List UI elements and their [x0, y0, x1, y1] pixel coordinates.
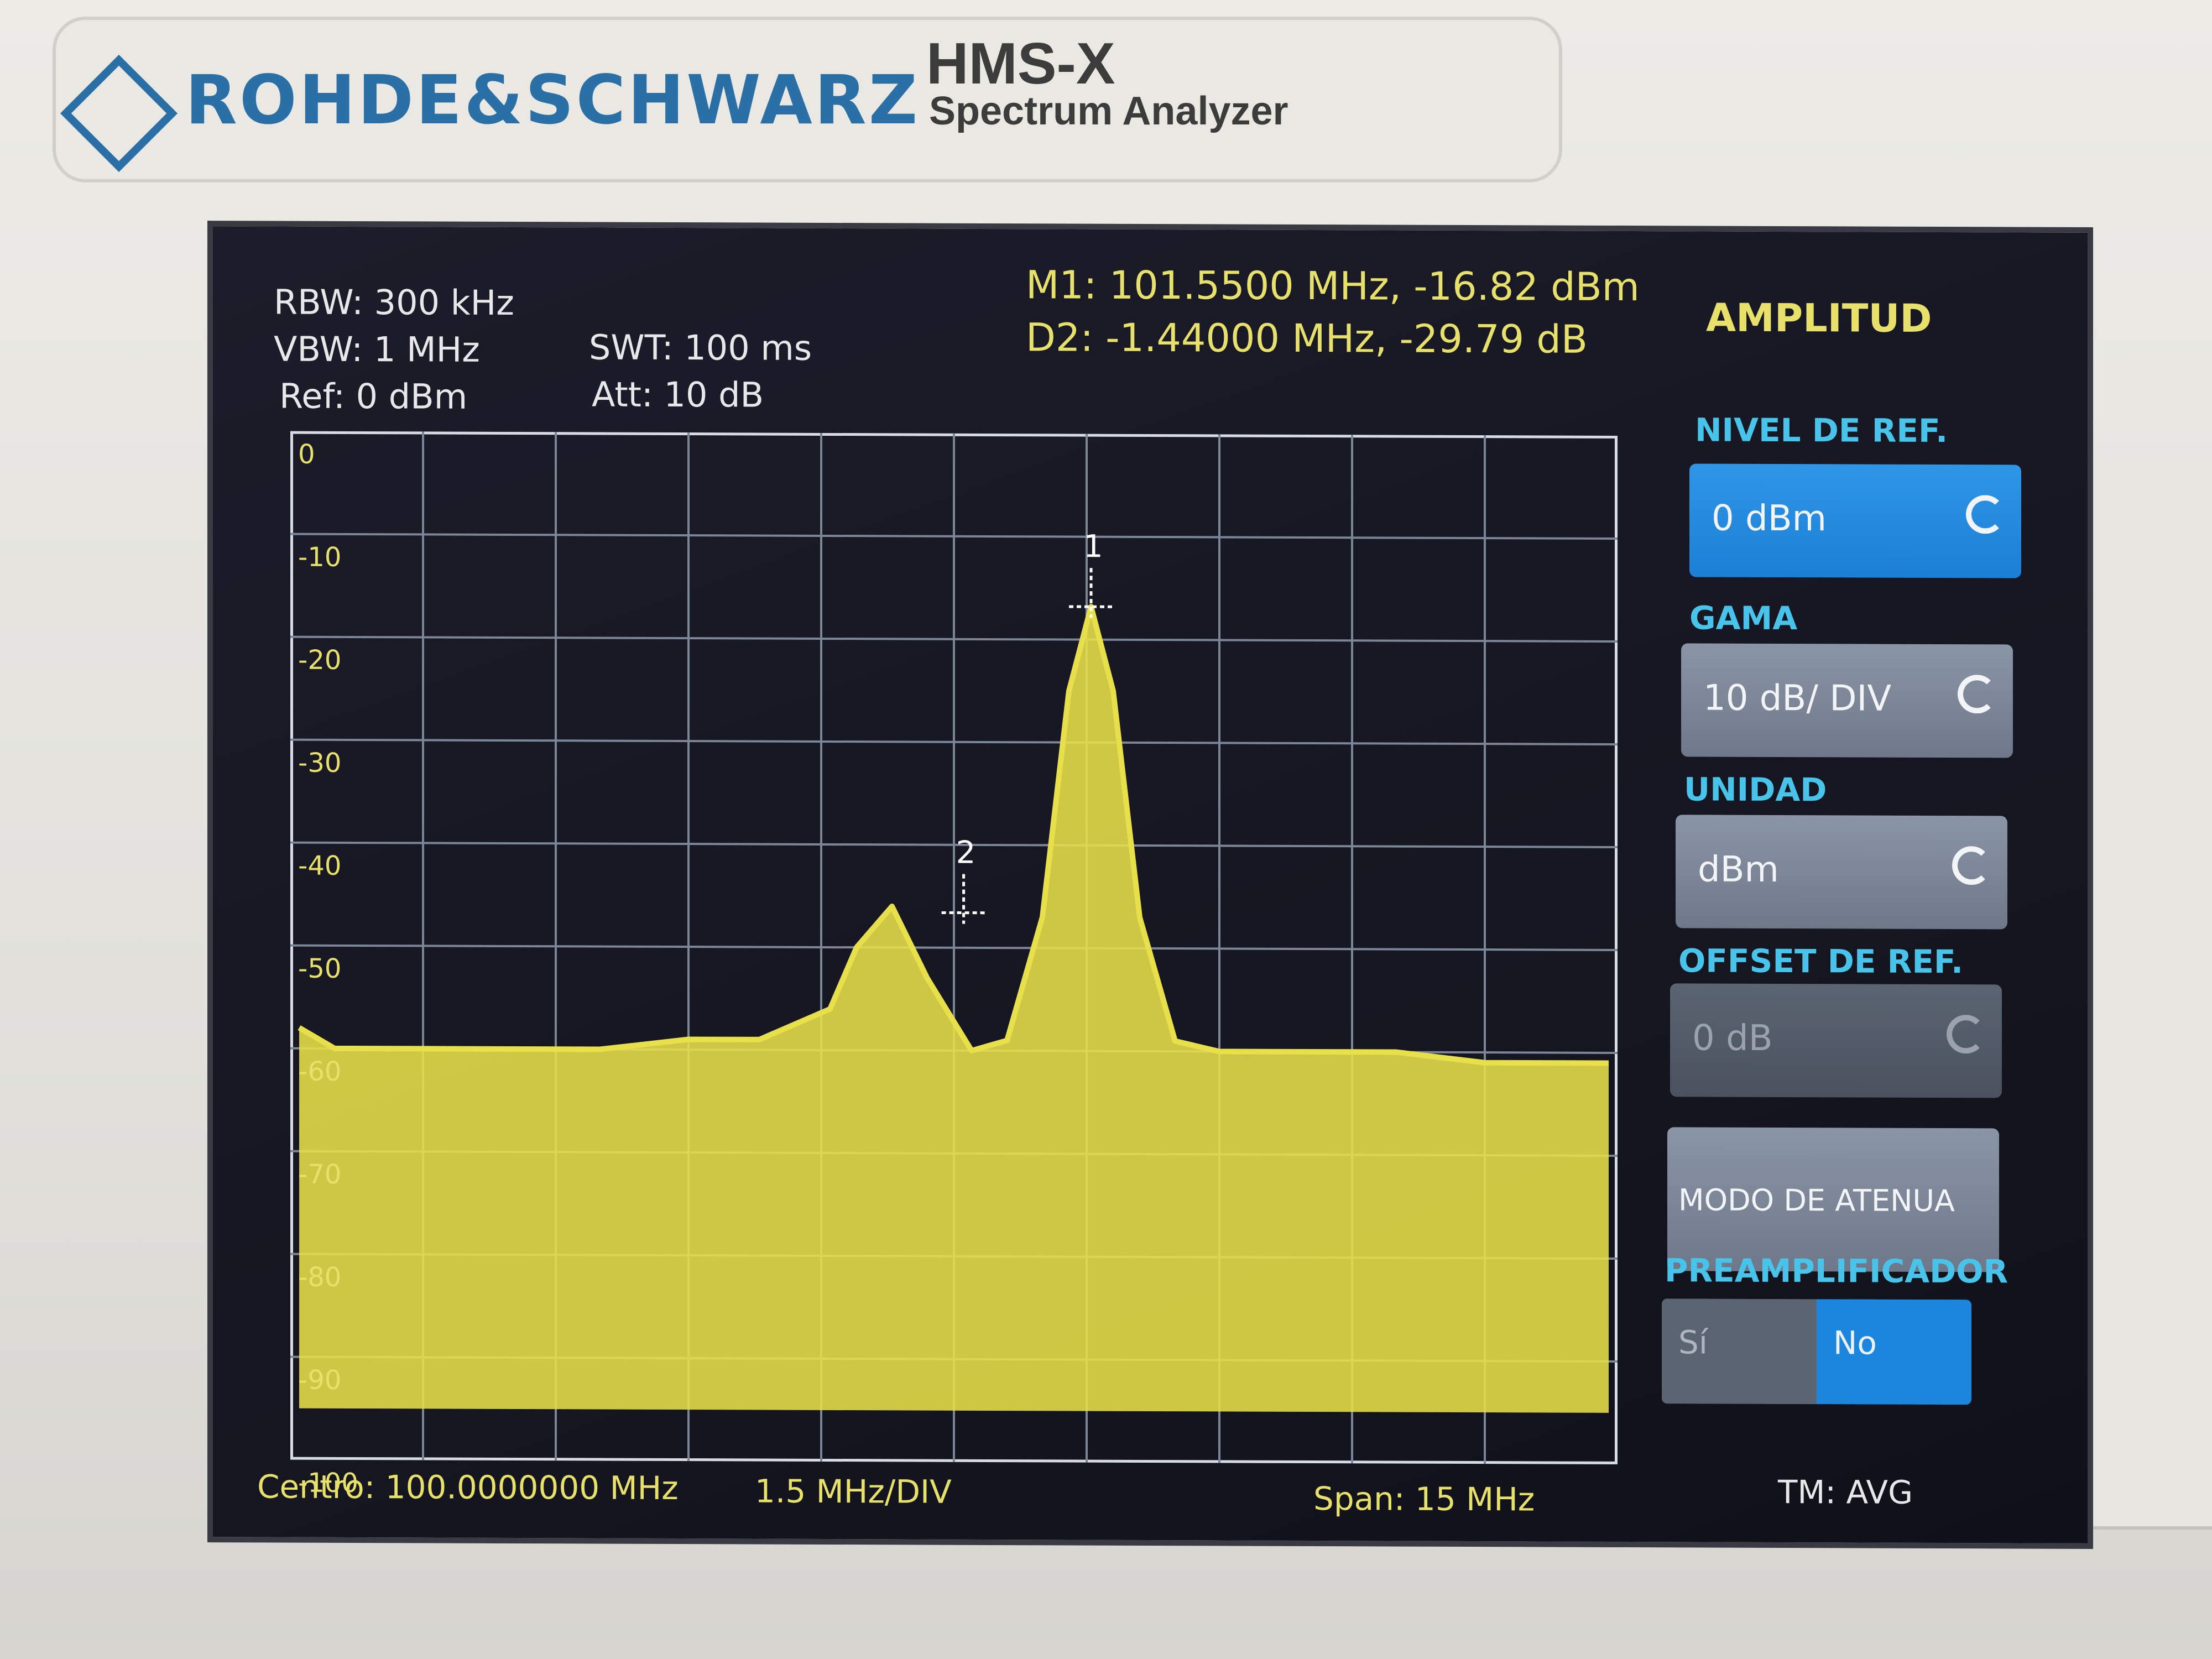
center-frequency: Centro: 100.0000000 MHz [257, 1468, 679, 1507]
ref-level-label: NIVEL DE REF. [1695, 411, 1948, 450]
preamp-off-option[interactable]: No [1817, 1299, 1971, 1405]
y-tick-label: -30 [298, 747, 342, 779]
frequency-per-division: 1.5 MHz/DIV [755, 1472, 952, 1511]
y-tick-label: -60 [298, 1056, 342, 1087]
spectrum-plot: 12 0 -10 -20 -30 -40 -50 -60 -70 -80 -90 -100 [290, 431, 1618, 1499]
brand-name: ROHDE&SCHWARZ [185, 61, 920, 139]
y-tick-label: -70 [298, 1159, 342, 1190]
rotary-knob-icon [1958, 675, 1996, 714]
menu-title: AMPLITUD [1706, 295, 1932, 341]
ref-offset-label: OFFSET DE REF. [1678, 942, 1964, 981]
marker-1-readout: M1: 101.5500 MHz, -16.82 dBm [1026, 262, 1640, 310]
ref-offset-value: 0 dB [1692, 1018, 1773, 1059]
y-tick-label: -20 [298, 644, 342, 676]
y-tick-label: -90 [298, 1364, 342, 1396]
marker-2-label: 2 [956, 835, 976, 871]
y-tick-label: -40 [298, 850, 342, 881]
y-tick-label: -80 [298, 1261, 342, 1293]
model-subtitle: Spectrum Analyzer [929, 89, 1288, 133]
ref-level-button[interactable]: 0 dBm [1689, 463, 2021, 578]
ref-level-value: 0 dBm [1712, 498, 1827, 540]
spectrum-svg: 12 [290, 431, 1618, 1464]
sweep-time-readout: SWT: 100 ms [589, 327, 812, 368]
rbw-readout: RBW: 300 kHz [274, 281, 514, 323]
atten-mode-label: MODO DE ATENUA [1678, 1182, 1955, 1219]
ref-level-readout: Ref: 0 dBm [279, 375, 468, 417]
marker-1-label: 1 [1083, 529, 1103, 565]
preamp-on-option[interactable]: Sí [1662, 1298, 1817, 1405]
attenuation-readout: Att: 10 dB [592, 374, 764, 415]
vbw-readout: VBW: 1 MHz [274, 328, 480, 370]
trace-mode: TM: AVG [1778, 1473, 1913, 1511]
rotary-knob-icon [1966, 495, 2005, 534]
rotary-knob-icon [1952, 846, 1991, 885]
y-tick-label: -50 [298, 953, 342, 984]
range-value: 10 dB/ DIV [1703, 677, 1892, 719]
unit-value: dBm [1698, 849, 1779, 890]
unit-button[interactable]: dBm [1676, 815, 2007, 930]
y-tick-label: -10 [298, 541, 342, 573]
frequency-span: Span: 15 MHz [1313, 1480, 1535, 1519]
preamp-label: PREAMPLIFICADOR [1665, 1251, 2008, 1291]
ref-offset-button[interactable]: 0 dB [1670, 983, 2002, 1098]
range-button[interactable]: 10 dB/ DIV [1681, 643, 2013, 758]
atten-mode-button[interactable]: MODO DE ATENUA [1667, 1127, 1999, 1272]
unit-label: UNIDAD [1684, 770, 1827, 809]
device-bezel: ROHDE&SCHWARZ HMS-X Spectrum Analyzer RB… [0, 0, 2212, 1659]
analyzer-screen: RBW: 300 kHz VBW: 1 MHz Ref: 0 dBm SWT: … [207, 221, 2093, 1549]
model-name: HMS-X [926, 31, 1115, 96]
preamp-toggle[interactable]: Sí No [1662, 1298, 1971, 1405]
rotary-knob-icon [1947, 1015, 1985, 1054]
y-tick-label: 0 [298, 439, 315, 470]
delta-2-readout: D2: -1.44000 MHz, -29.79 dB [1026, 315, 1588, 362]
range-label: GAMA [1689, 599, 1798, 638]
